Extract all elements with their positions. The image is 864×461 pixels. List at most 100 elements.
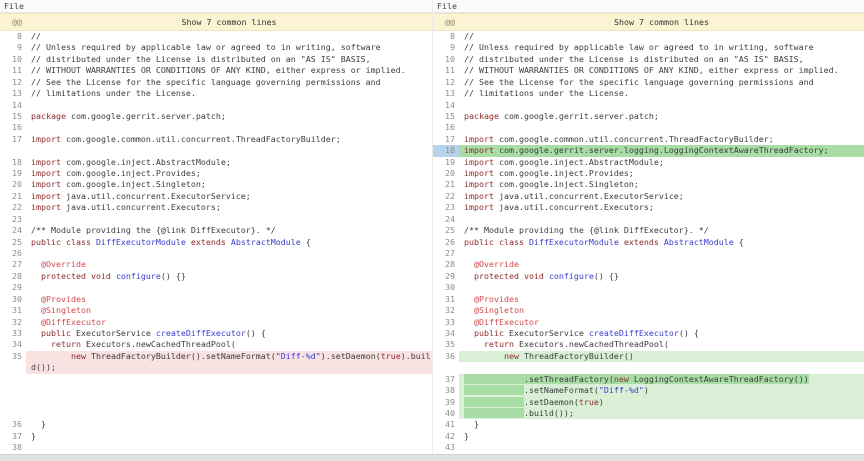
line-number[interactable]: 16 [433,122,459,133]
code-line: } [26,431,432,442]
line-number[interactable]: 27 [0,259,26,270]
line-number[interactable]: 20 [433,168,459,179]
code-line: return Executors.newCachedThreadPool( [26,339,432,350]
code-right: 8//9// Unless required by applicable law… [433,31,864,454]
line-number[interactable]: 41 [433,419,459,430]
expand-common-lines-button[interactable]: Show 7 common lines [26,17,432,27]
line-number[interactable]: 43 [433,442,459,453]
line-number[interactable]: 34 [0,339,26,350]
line-number[interactable]: 31 [0,305,26,316]
code-line [26,442,432,453]
line-number[interactable]: 17 [433,134,459,145]
line-number[interactable]: 35 [433,339,459,350]
line-number[interactable]: 20 [0,179,26,190]
line-number[interactable]: 10 [433,54,459,65]
line-number[interactable]: 14 [0,100,26,111]
line-number[interactable]: 37 [433,374,459,385]
line-number[interactable]: 11 [433,65,459,76]
line-number[interactable]: 37 [0,431,26,442]
line-number[interactable]: 15 [0,111,26,122]
line-number[interactable]: 9 [0,42,26,53]
code-line: @Singleton [459,305,864,316]
diff-row: 27 [433,248,864,259]
hunk-marker: @@ [0,17,26,27]
line-number[interactable]: 17 [0,134,26,145]
line-number[interactable]: 28 [433,259,459,270]
code-line: /** Module providing the {@link DiffExec… [459,225,864,236]
line-number[interactable]: 29 [0,282,26,293]
line-number[interactable]: 18 [433,145,459,156]
line-number[interactable]: 24 [433,214,459,225]
line-number [0,408,26,419]
line-number[interactable]: 30 [0,294,26,305]
hunk-marker: @@ [433,17,459,27]
line-number[interactable]: 30 [433,282,459,293]
line-number[interactable]: 31 [433,294,459,305]
line-number[interactable]: 19 [433,157,459,168]
line-number[interactable]: 25 [433,225,459,236]
line-number[interactable]: 22 [433,191,459,202]
line-number[interactable]: 16 [0,122,26,133]
line-number[interactable]: 14 [433,100,459,111]
line-number[interactable]: 36 [0,419,26,430]
diff-row: 23import java.util.concurrent.Executors; [433,202,864,213]
hunk-band: @@ Show 7 common lines [0,13,432,31]
diff-row: 33 public ExecutorService createDiffExec… [0,328,432,339]
line-number[interactable]: 12 [0,77,26,88]
line-number[interactable]: 18 [0,157,26,168]
line-number[interactable]: 21 [433,179,459,190]
line-number[interactable]: 29 [433,271,459,282]
diff-row: 9// Unless required by applicable law or… [433,42,864,53]
line-number[interactable]: 8 [0,31,26,42]
line-number[interactable]: 33 [0,328,26,339]
line-number[interactable]: 8 [433,31,459,42]
line-number[interactable]: 32 [0,317,26,328]
diff-row: 19import com.google.inject.Provides; [0,168,432,179]
line-number[interactable]: 34 [433,328,459,339]
code-line: import com.google.inject.Singleton; [459,179,864,190]
code-line: @Provides [459,294,864,305]
line-number[interactable]: 23 [0,214,26,225]
line-number[interactable]: 32 [433,305,459,316]
line-number[interactable]: 33 [433,317,459,328]
line-number[interactable]: 13 [433,88,459,99]
code-line: import com.google.inject.Provides; [26,168,432,179]
line-number[interactable]: 27 [433,248,459,259]
expand-common-lines-button[interactable]: Show 7 common lines [459,17,864,27]
code-line: public ExecutorService createDiffExecuto… [459,328,864,339]
line-number[interactable]: 40 [433,408,459,419]
line-number[interactable]: 12 [433,77,459,88]
code-line: @DiffExecutor [459,317,864,328]
line-number[interactable]: 24 [0,225,26,236]
diff-row: 20import com.google.inject.Provides; [433,168,864,179]
code-line: } [459,431,864,442]
filler-row [0,385,432,396]
line-number[interactable]: 13 [0,88,26,99]
line-number[interactable]: 19 [0,168,26,179]
code-line [459,362,864,373]
line-number[interactable]: 38 [0,442,26,453]
diff-row: 28 @Override [433,259,864,270]
code-line [26,100,432,111]
line-number[interactable]: 22 [0,202,26,213]
diff-row: 11// WITHOUT WARRANTIES OR CONDITIONS OF… [0,65,432,76]
code-line: // [459,31,864,42]
line-number[interactable]: 26 [0,248,26,259]
line-number[interactable]: 39 [433,397,459,408]
diff-row: 17import com.google.common.util.concurre… [0,134,432,145]
line-number[interactable]: 11 [0,65,26,76]
line-number[interactable]: 21 [0,191,26,202]
line-number[interactable]: 25 [0,237,26,248]
filler-row [0,397,432,408]
line-number[interactable]: 38 [433,385,459,396]
line-number[interactable]: 36 [433,351,459,362]
line-number[interactable]: 35 [0,351,26,374]
line-number[interactable]: 42 [433,431,459,442]
line-number[interactable]: 15 [433,111,459,122]
line-number[interactable]: 23 [433,202,459,213]
line-number[interactable]: 10 [0,54,26,65]
code-line: import com.google.common.util.concurrent… [26,134,432,145]
line-number[interactable]: 9 [433,42,459,53]
line-number[interactable]: 28 [0,271,26,282]
line-number[interactable]: 26 [433,237,459,248]
